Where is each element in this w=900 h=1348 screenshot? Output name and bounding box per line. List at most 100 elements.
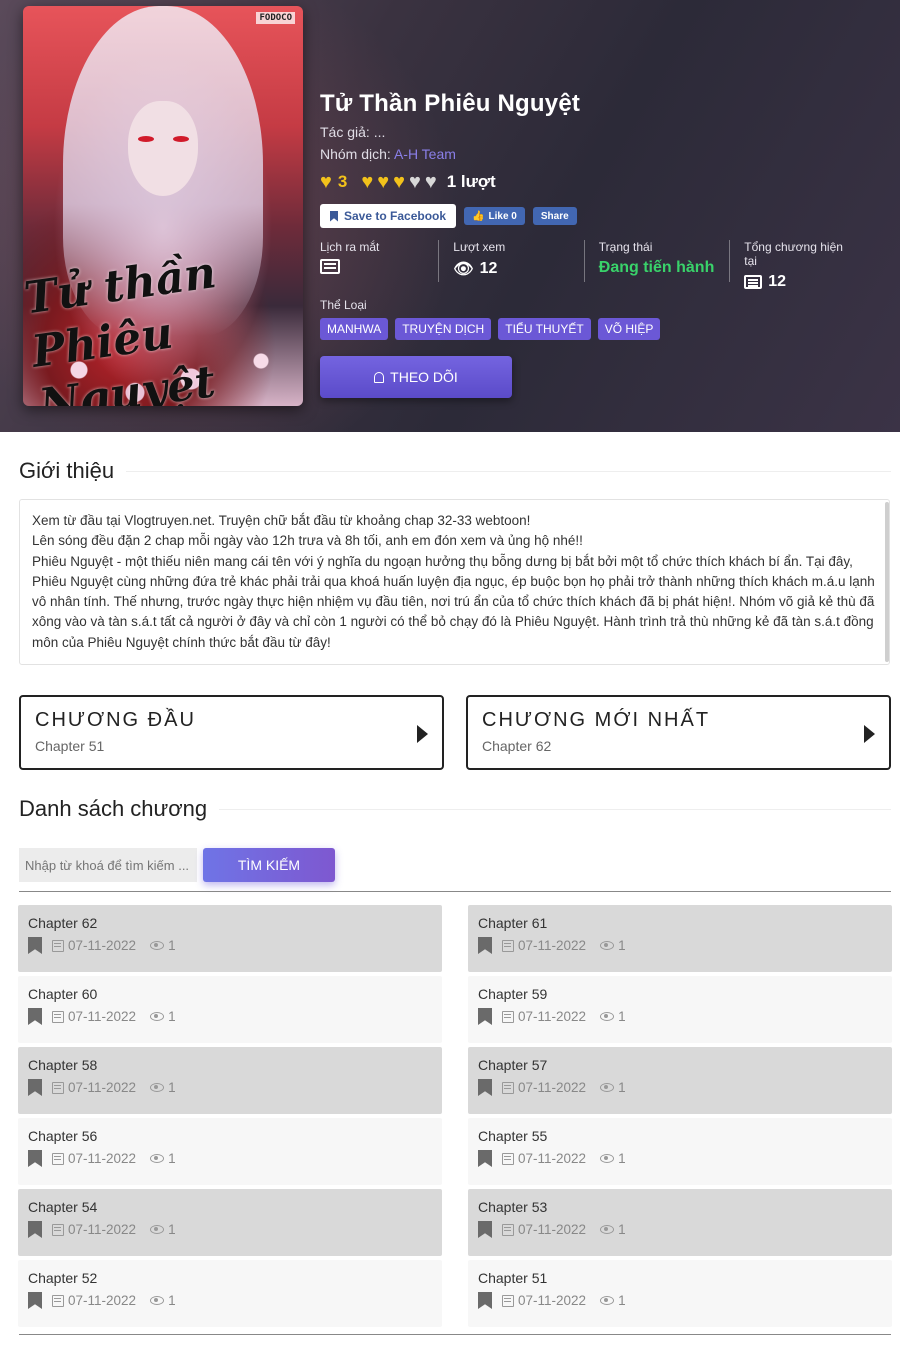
stat-status: Trạng thái Đang tiến hành: [599, 240, 731, 282]
stat-chapters: Tổng chương hiện tại 12: [744, 240, 866, 290]
chapter-row[interactable]: Chapter 54 07-11-2022 1: [18, 1189, 442, 1256]
genre-tag[interactable]: TRUYỆN DỊCH: [395, 318, 492, 340]
chapter-date: 07-11-2022: [68, 1009, 137, 1024]
chapter-row[interactable]: Chapter 61 07-11-2022 1: [468, 905, 892, 972]
chapter-name: Chapter 58: [28, 1057, 98, 1073]
chapter-date: 07-11-2022: [68, 938, 137, 953]
chapter-views: 1: [618, 1293, 626, 1308]
chapter-meta: 07-11-2022 1: [28, 937, 432, 954]
save-to-facebook-button[interactable]: Save to Facebook: [320, 204, 457, 228]
bookmark-icon[interactable]: [478, 1292, 492, 1309]
description-line: Lên sóng đều đặn 2 chap mỗi ngày vào 12h…: [32, 533, 583, 549]
chapter-search-input[interactable]: [19, 848, 197, 882]
translator-link[interactable]: A-H Team: [394, 146, 456, 162]
eye-icon: [150, 941, 165, 950]
manga-header: FODOCO Tử thần Phiêu Nguyệt Tử Thần Phiê…: [0, 0, 900, 432]
stat-views: Lượt xem 👁 12: [453, 240, 585, 282]
chapter-views: 1: [168, 1009, 176, 1024]
rate-heart-3-icon[interactable]: ♥: [393, 172, 405, 192]
description-line: Phiêu Nguyệt - một thiếu niên mang cái t…: [32, 553, 875, 650]
chapter-row[interactable]: Chapter 59 07-11-2022 1: [468, 976, 892, 1043]
bookmark-icon[interactable]: [28, 937, 42, 954]
first-chapter-label: CHƯƠNG ĐẦU: [35, 709, 196, 731]
chapter-meta: 07-11-2022 1: [28, 1150, 432, 1167]
bookmark-icon[interactable]: [478, 1221, 492, 1238]
eye-icon: [600, 1225, 615, 1234]
cover-image[interactable]: FODOCO Tử thần Phiêu Nguyệt: [23, 6, 303, 406]
heart-icon: ♥: [320, 171, 332, 193]
bookmark-icon[interactable]: [28, 1292, 42, 1309]
chapter-views: 1: [618, 1009, 626, 1024]
facebook-share-button[interactable]: Share: [532, 207, 577, 225]
bookmark-icon[interactable]: [28, 1008, 42, 1025]
newspaper-icon: [320, 259, 340, 274]
chapter-row[interactable]: Chapter 52 07-11-2022 1: [18, 1260, 442, 1327]
chapter-meta: 07-11-2022 1: [478, 1079, 882, 1096]
genre-tag[interactable]: MANHWA: [320, 318, 389, 340]
first-chapter-button[interactable]: CHƯƠNG ĐẦU Chapter 51: [19, 695, 444, 770]
bookmark-icon[interactable]: [28, 1150, 42, 1167]
heading-divider: [126, 470, 891, 472]
author-line: Tác giả: ...: [320, 124, 386, 140]
rate-heart-5-icon[interactable]: ♥: [425, 172, 437, 192]
chapter-meta: 07-11-2022 1: [478, 1221, 882, 1238]
facebook-like-button[interactable]: 👍 Like 0: [464, 207, 525, 225]
like-label: Like 0: [488, 210, 517, 222]
chapter-row[interactable]: Chapter 60 07-11-2022 1: [18, 976, 442, 1043]
chapter-views: 1: [618, 1222, 626, 1237]
cover-character-face: [128, 101, 198, 196]
calendar-icon: [52, 1223, 64, 1236]
calendar-icon: [52, 1010, 64, 1023]
follow-button[interactable]: THEO DÕI: [320, 356, 512, 398]
chapter-row[interactable]: Chapter 55 07-11-2022 1: [468, 1118, 892, 1185]
chapter-views: 1: [168, 1151, 176, 1166]
description-box: Xem từ đầu tại Vlogtruyen.net. Truyện ch…: [19, 499, 890, 665]
heading-divider: [219, 808, 891, 810]
caret-right-icon: [417, 725, 428, 743]
chapter-row[interactable]: Chapter 62 07-11-2022 1: [18, 905, 442, 972]
status-value: Đang tiến hành: [598, 259, 715, 276]
chapter-date: 07-11-2022: [518, 1080, 587, 1095]
chapter-views: 1: [618, 1151, 626, 1166]
calendar-icon: [52, 1152, 64, 1165]
chapter-meta: 07-11-2022 1: [28, 1292, 432, 1309]
chapter-row[interactable]: Chapter 57 07-11-2022 1: [468, 1047, 892, 1114]
bookmark-icon[interactable]: [28, 1079, 42, 1096]
latest-chapter-button[interactable]: CHƯƠNG MỚI NHẤT Chapter 62: [466, 695, 891, 770]
rate-heart-1-icon[interactable]: ♥: [361, 172, 373, 192]
bookmark-icon[interactable]: [28, 1221, 42, 1238]
search-button[interactable]: TÌM KIẾM: [203, 848, 335, 882]
rating-value: 3: [337, 172, 348, 191]
latest-chapter-label: CHƯƠNG MỚI NHẤT: [482, 709, 711, 731]
bookmark-icon[interactable]: [478, 1150, 492, 1167]
chapter-date: 07-11-2022: [518, 1293, 587, 1308]
eye-icon: [600, 941, 615, 950]
description-scrollbar[interactable]: [885, 502, 889, 662]
rate-heart-2-icon[interactable]: ♥: [377, 172, 389, 192]
eye-icon: 👁: [453, 261, 474, 278]
views-value: 👁 12: [453, 259, 570, 279]
eye-icon: [150, 1012, 165, 1021]
chapter-row[interactable]: Chapter 51 07-11-2022 1: [468, 1260, 892, 1327]
status-label: Trạng thái: [598, 240, 653, 254]
chapter-meta: 07-11-2022 1: [478, 937, 882, 954]
chapter-row[interactable]: Chapter 53 07-11-2022 1: [468, 1189, 892, 1256]
genre-tag[interactable]: TIỂU THUYẾT: [498, 318, 591, 340]
stats-row: Lịch ra mắt Lượt xem 👁 12 Trạng thái Đan…: [320, 240, 880, 290]
bookmark-icon[interactable]: [478, 1079, 492, 1096]
chapter-meta: 07-11-2022 1: [28, 1221, 432, 1238]
bookmark-icon[interactable]: [478, 937, 492, 954]
calendar-icon: [502, 1294, 514, 1307]
rate-heart-4-icon[interactable]: ♥: [409, 172, 421, 192]
translator-line: Nhóm dịch: A-H Team: [320, 146, 880, 162]
chapter-row[interactable]: Chapter 58 07-11-2022 1: [18, 1047, 442, 1114]
bookmark-icon[interactable]: [478, 1008, 492, 1025]
chapter-meta: 07-11-2022 1: [478, 1008, 882, 1025]
chapter-name: Chapter 57: [478, 1057, 548, 1073]
chapter-date: 07-11-2022: [518, 1222, 587, 1237]
chapter-date: 07-11-2022: [68, 1080, 137, 1095]
chapter-row[interactable]: Chapter 56 07-11-2022 1: [18, 1118, 442, 1185]
thumbs-up-icon: 👍: [472, 210, 485, 222]
chapter-meta: 07-11-2022 1: [478, 1150, 882, 1167]
genre-tag[interactable]: VÕ HIỆP: [597, 318, 661, 340]
